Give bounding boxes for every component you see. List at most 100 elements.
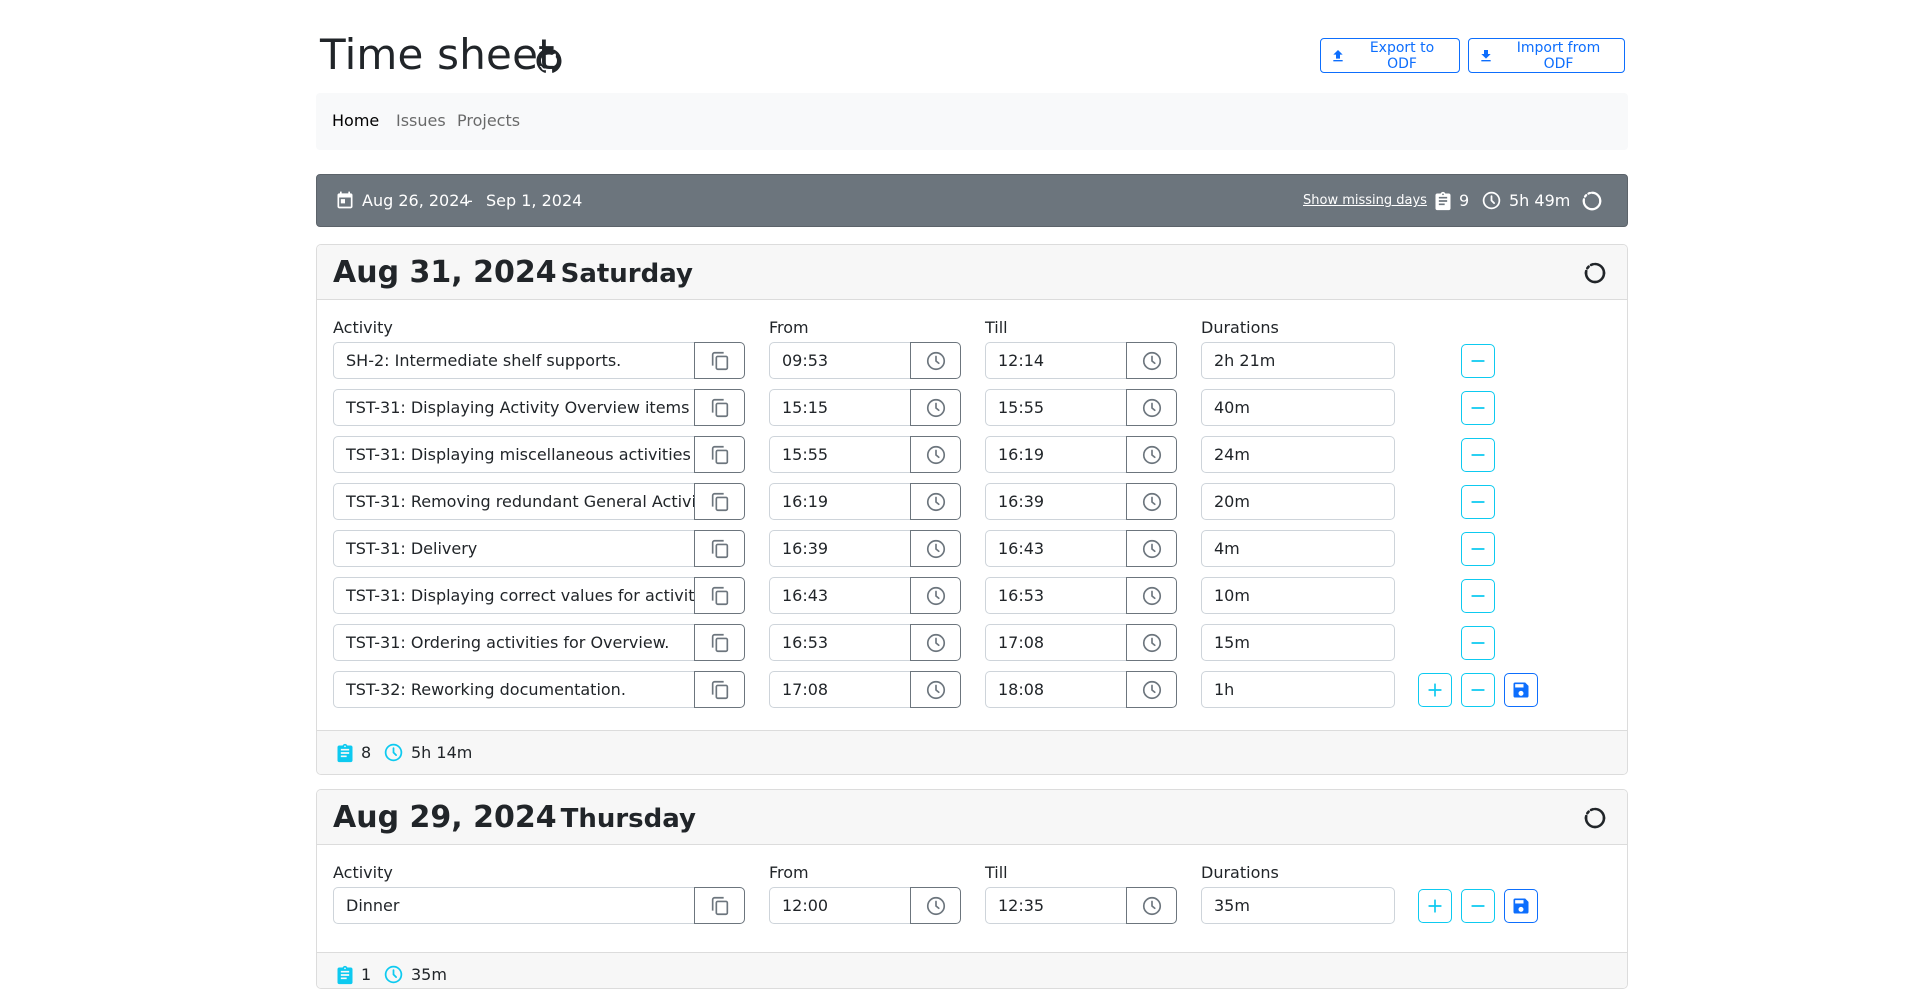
remove-activity-button[interactable] [1461, 626, 1495, 660]
till-now-button[interactable] [1126, 342, 1177, 379]
remove-activity-button[interactable] [1461, 485, 1495, 519]
copy-activity-button[interactable] [694, 530, 745, 567]
from-now-button[interactable] [910, 577, 961, 614]
till-now-button[interactable] [1126, 483, 1177, 520]
remove-activity-button[interactable] [1461, 673, 1495, 707]
remove-activity-button[interactable] [1461, 579, 1495, 613]
till-now-button[interactable] [1126, 887, 1177, 924]
from-now-button[interactable] [910, 342, 961, 379]
export-odf-button[interactable]: Export to ODF [1320, 38, 1460, 73]
till-now-button[interactable] [1126, 624, 1177, 661]
from-time-input[interactable]: 15:55 [769, 436, 911, 473]
sync-icon[interactable] [1581, 190, 1603, 212]
col-label-activity: Activity [333, 318, 393, 337]
duration-field[interactable]: 10m [1201, 577, 1395, 614]
from-now-button[interactable] [910, 389, 961, 426]
activity-input[interactable]: SH-2: Intermediate shelf supports. [333, 342, 695, 379]
from-time-input[interactable]: 12:00 [769, 887, 911, 924]
activity-input[interactable]: TST-31: Displaying correct values for ac… [333, 577, 695, 614]
duration-field[interactable]: 1h [1201, 671, 1395, 708]
copy-activity-button[interactable] [694, 342, 745, 379]
activity-input[interactable]: TST-32: Reworking documentation. [333, 671, 695, 708]
remove-activity-button[interactable] [1461, 438, 1495, 472]
remove-activity-button[interactable] [1461, 889, 1495, 923]
from-time-input[interactable]: 15:15 [769, 389, 911, 426]
add-activity-button[interactable] [1418, 889, 1452, 923]
duration-field[interactable]: 24m [1201, 436, 1395, 473]
till-now-button[interactable] [1126, 436, 1177, 473]
copy-activity-button[interactable] [694, 887, 745, 924]
activity-input[interactable]: Dinner [333, 887, 695, 924]
till-time-input[interactable]: 16:19 [985, 436, 1127, 473]
nav-item-home[interactable]: Home [332, 111, 379, 131]
from-time-input[interactable]: 09:53 [769, 342, 911, 379]
main-navbar: Home Issues Projects [316, 93, 1628, 150]
copy-activity-button[interactable] [694, 436, 745, 473]
from-now-button[interactable] [910, 624, 961, 661]
github-icon[interactable] [534, 46, 564, 76]
save-day-button[interactable] [1504, 673, 1538, 707]
duration-field[interactable]: 40m [1201, 389, 1395, 426]
activity-input[interactable]: TST-31: Ordering activities for Overview… [333, 624, 695, 661]
duration-field[interactable]: 35m [1201, 887, 1395, 924]
day-title: Aug 29, 2024 Thursday [333, 800, 696, 837]
nav-item-projects[interactable]: Projects [457, 111, 520, 131]
from-now-button[interactable] [910, 483, 961, 520]
activity-field-group: TST-31: Ordering activities for Overview… [333, 624, 745, 661]
sync-icon[interactable] [1583, 261, 1607, 285]
duration-field[interactable]: 20m [1201, 483, 1395, 520]
till-field-group: 12:35 [985, 887, 1177, 924]
from-now-button[interactable] [910, 436, 961, 473]
copy-activity-button[interactable] [694, 577, 745, 614]
minus-icon [1468, 398, 1488, 418]
nav-item-issues[interactable]: Issues [396, 111, 446, 131]
from-now-button[interactable] [910, 530, 961, 567]
from-time-input[interactable]: 16:53 [769, 624, 911, 661]
till-time-input[interactable]: 17:08 [985, 624, 1127, 661]
from-time-input[interactable]: 16:19 [769, 483, 911, 520]
till-time-input[interactable]: 12:14 [985, 342, 1127, 379]
remove-activity-button[interactable] [1461, 344, 1495, 378]
till-time-input[interactable]: 16:43 [985, 530, 1127, 567]
week-end-date[interactable]: Sep 1, 2024 [486, 191, 582, 211]
till-now-button[interactable] [1126, 671, 1177, 708]
till-time-input[interactable]: 12:35 [985, 887, 1127, 924]
from-time-input[interactable]: 17:08 [769, 671, 911, 708]
remove-activity-button[interactable] [1461, 391, 1495, 425]
from-time-input[interactable]: 16:39 [769, 530, 911, 567]
sync-icon[interactable] [1583, 806, 1607, 830]
activity-input[interactable]: TST-31: Delivery [333, 530, 695, 567]
duration-field[interactable]: 15m [1201, 624, 1395, 661]
till-time-input[interactable]: 15:55 [985, 389, 1127, 426]
from-now-button[interactable] [910, 887, 961, 924]
save-day-button[interactable] [1504, 889, 1538, 923]
till-time-input[interactable]: 16:53 [985, 577, 1127, 614]
from-time-input[interactable]: 16:43 [769, 577, 911, 614]
duration-field[interactable]: 4m [1201, 530, 1395, 567]
copy-activity-button[interactable] [694, 483, 745, 520]
minus-icon [1468, 492, 1488, 512]
till-now-button[interactable] [1126, 577, 1177, 614]
copy-icon [709, 350, 731, 372]
minus-icon [1468, 633, 1488, 653]
day-weekday: Thursday [560, 804, 696, 834]
duration-field[interactable]: 2h 21m [1201, 342, 1395, 379]
activity-input[interactable]: TST-31: Displaying Activity Overview ite… [333, 389, 695, 426]
import-odf-button[interactable]: Import from ODF [1468, 38, 1625, 73]
till-field-group: 16:19 [985, 436, 1177, 473]
add-activity-button[interactable] [1418, 673, 1452, 707]
till-time-input[interactable]: 18:08 [985, 671, 1127, 708]
till-time-input[interactable]: 16:39 [985, 483, 1127, 520]
from-field-group: 17:08 [769, 671, 961, 708]
show-missing-days-link[interactable]: Show missing days [1303, 193, 1427, 209]
from-now-button[interactable] [910, 671, 961, 708]
week-start-date[interactable]: Aug 26, 2024 [362, 191, 470, 211]
till-now-button[interactable] [1126, 389, 1177, 426]
copy-activity-button[interactable] [694, 624, 745, 661]
copy-activity-button[interactable] [694, 389, 745, 426]
copy-activity-button[interactable] [694, 671, 745, 708]
activity-input[interactable]: TST-31: Removing redundant General Activ… [333, 483, 695, 520]
till-now-button[interactable] [1126, 530, 1177, 567]
remove-activity-button[interactable] [1461, 532, 1495, 566]
activity-input[interactable]: TST-31: Displaying miscellaneous activit… [333, 436, 695, 473]
